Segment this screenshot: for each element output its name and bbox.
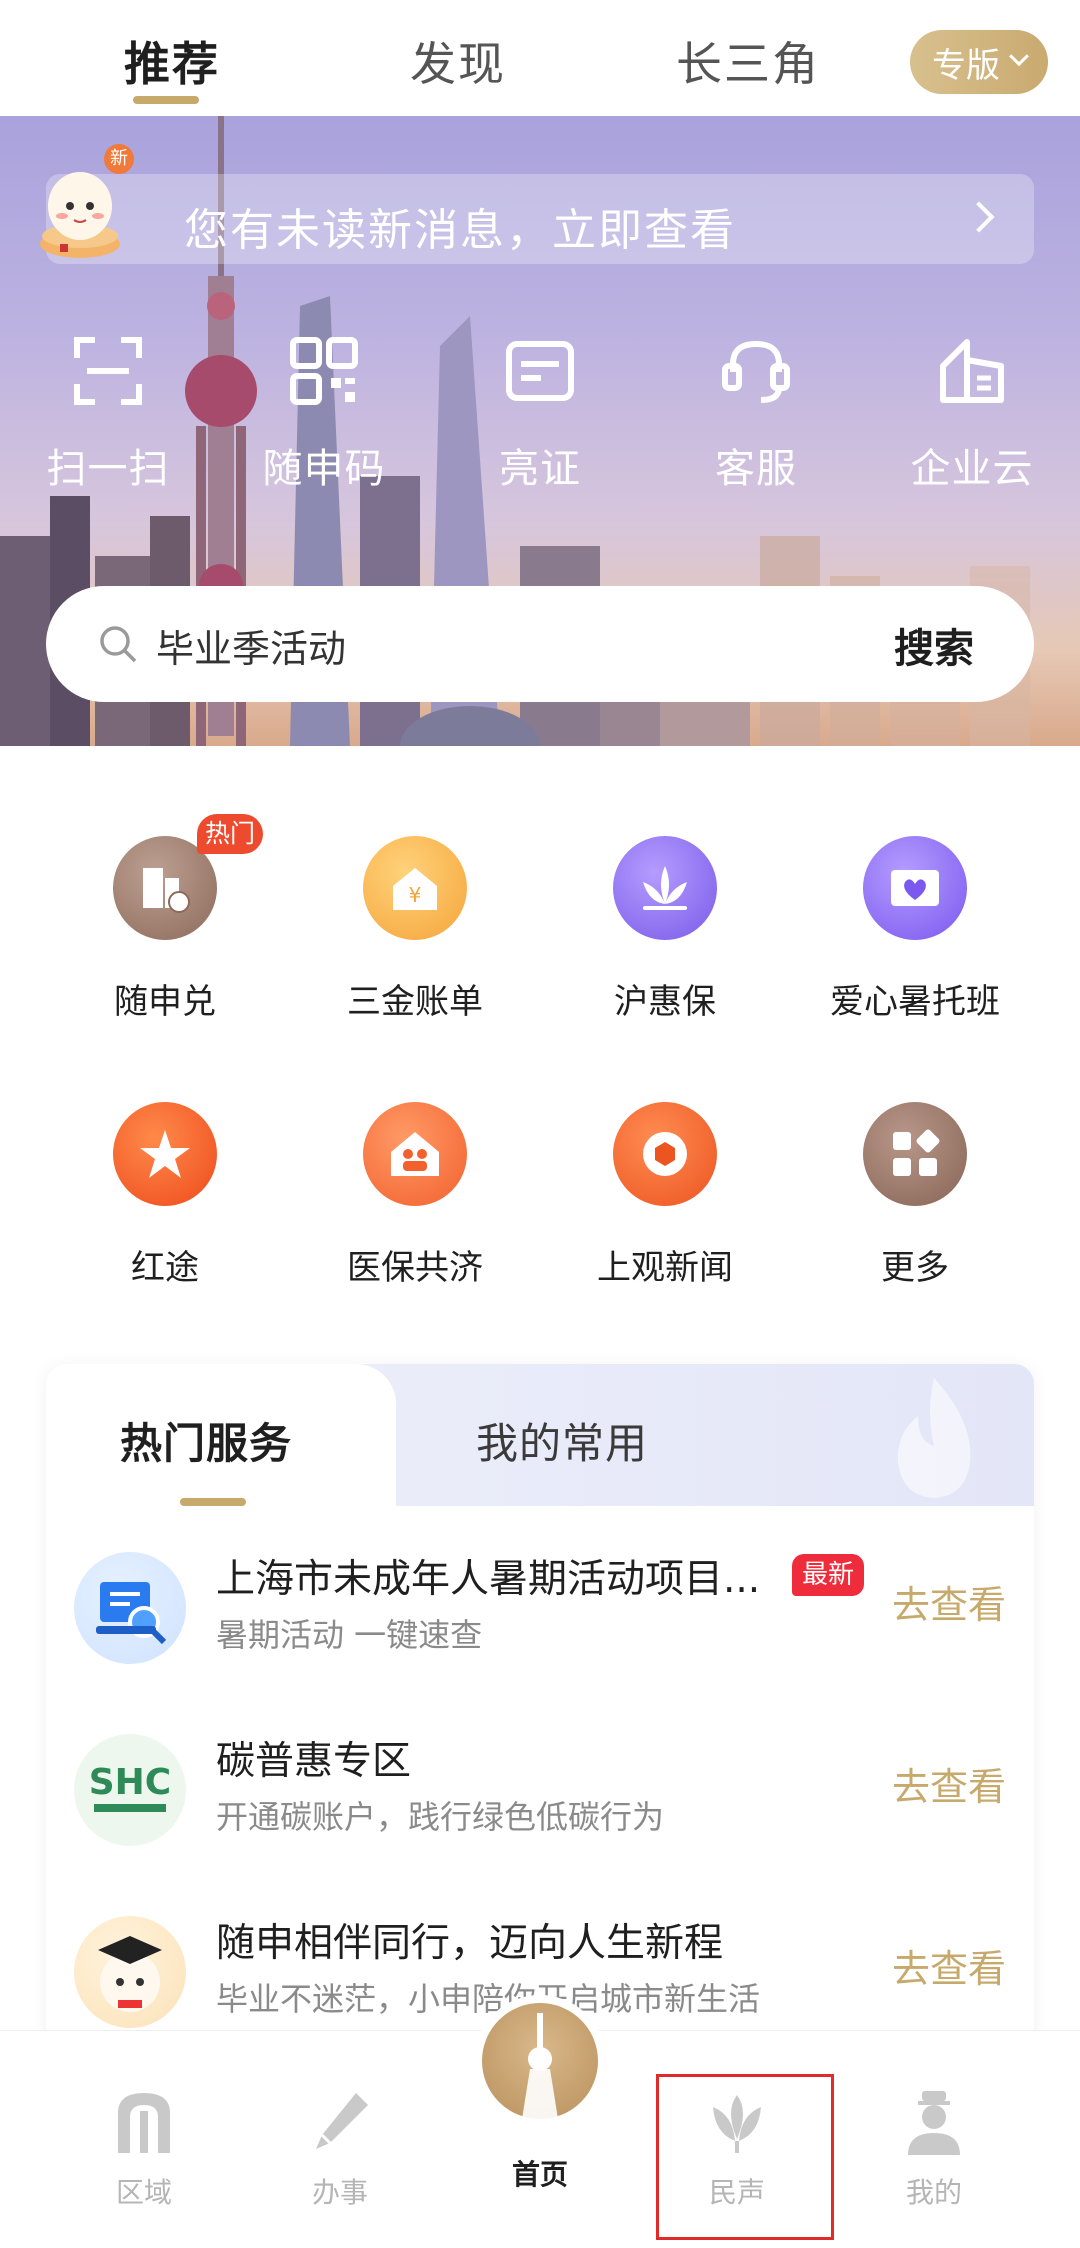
- tab-discover[interactable]: 发现: [410, 28, 506, 94]
- svg-text:¥: ¥: [409, 883, 422, 907]
- list-item-title: 碳普惠专区: [216, 1739, 412, 1784]
- service-label: 上观新闻: [597, 1248, 733, 1288]
- graduate-mascot-icon: [74, 1916, 186, 2028]
- view-button[interactable]: 去查看: [892, 1574, 1006, 1629]
- headset-icon: [722, 340, 790, 403]
- service-label: 爱心暑托班: [830, 982, 1000, 1022]
- service-shangguan-news[interactable]: 上观新闻: [555, 1102, 775, 1289]
- version-switch-button[interactable]: 专版: [910, 30, 1048, 94]
- building-icon: [940, 339, 1004, 403]
- active-tab-indicator: [133, 96, 199, 104]
- nav-label: 办事: [311, 2176, 368, 2209]
- red-star-icon: [113, 1102, 217, 1206]
- view-button[interactable]: 去查看: [892, 1756, 1006, 1811]
- quick-action-scan[interactable]: 扫一扫: [28, 336, 188, 492]
- nav-label: 首页: [511, 2158, 568, 2191]
- qr-code-icon: [290, 337, 358, 405]
- card-tab-indicator: [180, 1498, 246, 1506]
- id-card-icon: [506, 341, 574, 401]
- hot-services-card: 热门服务 我的常用 上海市未成年人暑期活动项目... 最新 暑期活动 一键速查 …: [46, 1364, 1034, 2064]
- nav-mine[interactable]: 我的: [864, 2087, 1004, 2211]
- quick-action-label: 企业云: [910, 446, 1034, 492]
- search-input[interactable]: 毕业季活动: [156, 618, 346, 673]
- document-search-icon: [74, 1552, 186, 1664]
- newest-badge: 最新: [792, 1554, 865, 1596]
- quick-action-label: 亮证: [499, 446, 581, 492]
- nav-region[interactable]: 区域: [74, 2087, 214, 2211]
- search-bar[interactable]: 毕业季活动 搜索: [46, 586, 1034, 702]
- family-house-icon: [363, 1102, 467, 1206]
- lotus-icon: [613, 836, 717, 940]
- service-suishendui[interactable]: 热门 随申兑: [55, 814, 275, 1023]
- service-label: 更多: [881, 1248, 949, 1288]
- notice-text: 您有未读新消息，立即查看: [184, 205, 736, 256]
- service-label: 红途: [131, 1248, 199, 1288]
- list-item[interactable]: 上海市未成年人暑期活动项目... 最新 暑期活动 一键速查 去查看: [46, 1536, 1034, 1686]
- quick-action-show-id[interactable]: 亮证: [460, 336, 620, 492]
- home-tower-button[interactable]: [474, 1995, 606, 2127]
- unread-message-banner[interactable]: 您有未读新消息，立即查看: [46, 174, 1034, 264]
- service-label: 三金账单: [347, 982, 483, 1022]
- quick-action-enterprise-cloud[interactable]: 企业云: [892, 336, 1052, 492]
- nav-services[interactable]: 办事: [270, 2087, 410, 2211]
- nav-home[interactable]: 首页: [470, 2153, 610, 2193]
- flame-icon: [897, 1378, 971, 1498]
- new-badge: 新: [104, 144, 134, 174]
- hero-banner: 您有未读新消息，立即查看 新 扫一扫 随申码 亮证 客服 企业云 毕业季活动 搜…: [0, 116, 1080, 746]
- hot-badge: 热门: [197, 814, 263, 854]
- carbon-logo-icon: SHC: [74, 1734, 186, 1846]
- list-item-subtitle: 暑期活动 一键速查: [216, 1616, 483, 1654]
- svg-text:SHC: SHC: [89, 1762, 171, 1803]
- heart-book-icon: [863, 836, 967, 940]
- service-hongtu[interactable]: 红途: [55, 1102, 275, 1289]
- tab-recommend[interactable]: 推荐: [124, 28, 220, 94]
- list-item[interactable]: SHC 碳普惠专区 开通碳账户，践行绿色低碳行为 去查看: [46, 1718, 1034, 1868]
- quick-action-support[interactable]: 客服: [676, 336, 836, 492]
- nav-label: 我的: [905, 2176, 962, 2209]
- chevron-right-icon: [963, 201, 995, 233]
- top-tab-bar: 推荐 发现 长三角 专版: [0, 0, 1080, 116]
- tower-icon: [522, 2013, 558, 2119]
- service-medical-mutual-aid[interactable]: 医保共济: [305, 1102, 525, 1289]
- tab-my-frequent[interactable]: 我的常用: [476, 1410, 648, 1471]
- house-yuan-icon: ¥: [363, 836, 467, 940]
- service-label: 随申兑: [114, 982, 216, 1022]
- search-icon: [100, 626, 137, 663]
- bottom-navigation: 区域 办事 首页 民声 我的: [0, 1995, 1080, 2248]
- service-huhuibao[interactable]: 沪惠保: [555, 836, 775, 1023]
- version-switch-label: 专版: [932, 45, 1000, 86]
- person-icon: [908, 2091, 960, 2155]
- pen-icon: [316, 2093, 368, 2149]
- nav-label: 区域: [115, 2176, 172, 2209]
- service-summer-daycare[interactable]: 爱心暑托班: [805, 836, 1025, 1023]
- chevron-down-icon: [1009, 46, 1029, 67]
- service-label: 沪惠保: [614, 982, 716, 1022]
- shutter-icon: [613, 1102, 717, 1206]
- service-label: 医保共济: [347, 1248, 483, 1288]
- service-more[interactable]: 更多: [805, 1102, 1025, 1289]
- selection-highlight: [656, 2074, 834, 2240]
- grid-more-icon: [863, 1102, 967, 1206]
- service-sanjin-bill[interactable]: ¥ 三金账单: [305, 836, 525, 1023]
- quick-action-label: 扫一扫: [46, 446, 170, 492]
- tab-hot-services[interactable]: 热门服务: [120, 1410, 292, 1471]
- quick-action-qr[interactable]: 随申码: [244, 336, 404, 492]
- quick-action-label: 随申码: [262, 446, 386, 492]
- list-item-subtitle: 开通碳账户，践行绿色低碳行为: [216, 1798, 665, 1836]
- view-button[interactable]: 去查看: [892, 1938, 1006, 1993]
- scan-icon: [74, 337, 142, 405]
- quick-action-label: 客服: [715, 446, 797, 492]
- list-item-title: 上海市未成年人暑期活动项目...: [216, 1557, 761, 1602]
- gate-icon: [118, 2093, 170, 2153]
- list-item-title: 随申相伴同行，迈向人生新程: [216, 1921, 724, 1966]
- tab-yangtze-delta[interactable]: 长三角: [676, 28, 820, 94]
- search-button[interactable]: 搜索: [894, 616, 974, 674]
